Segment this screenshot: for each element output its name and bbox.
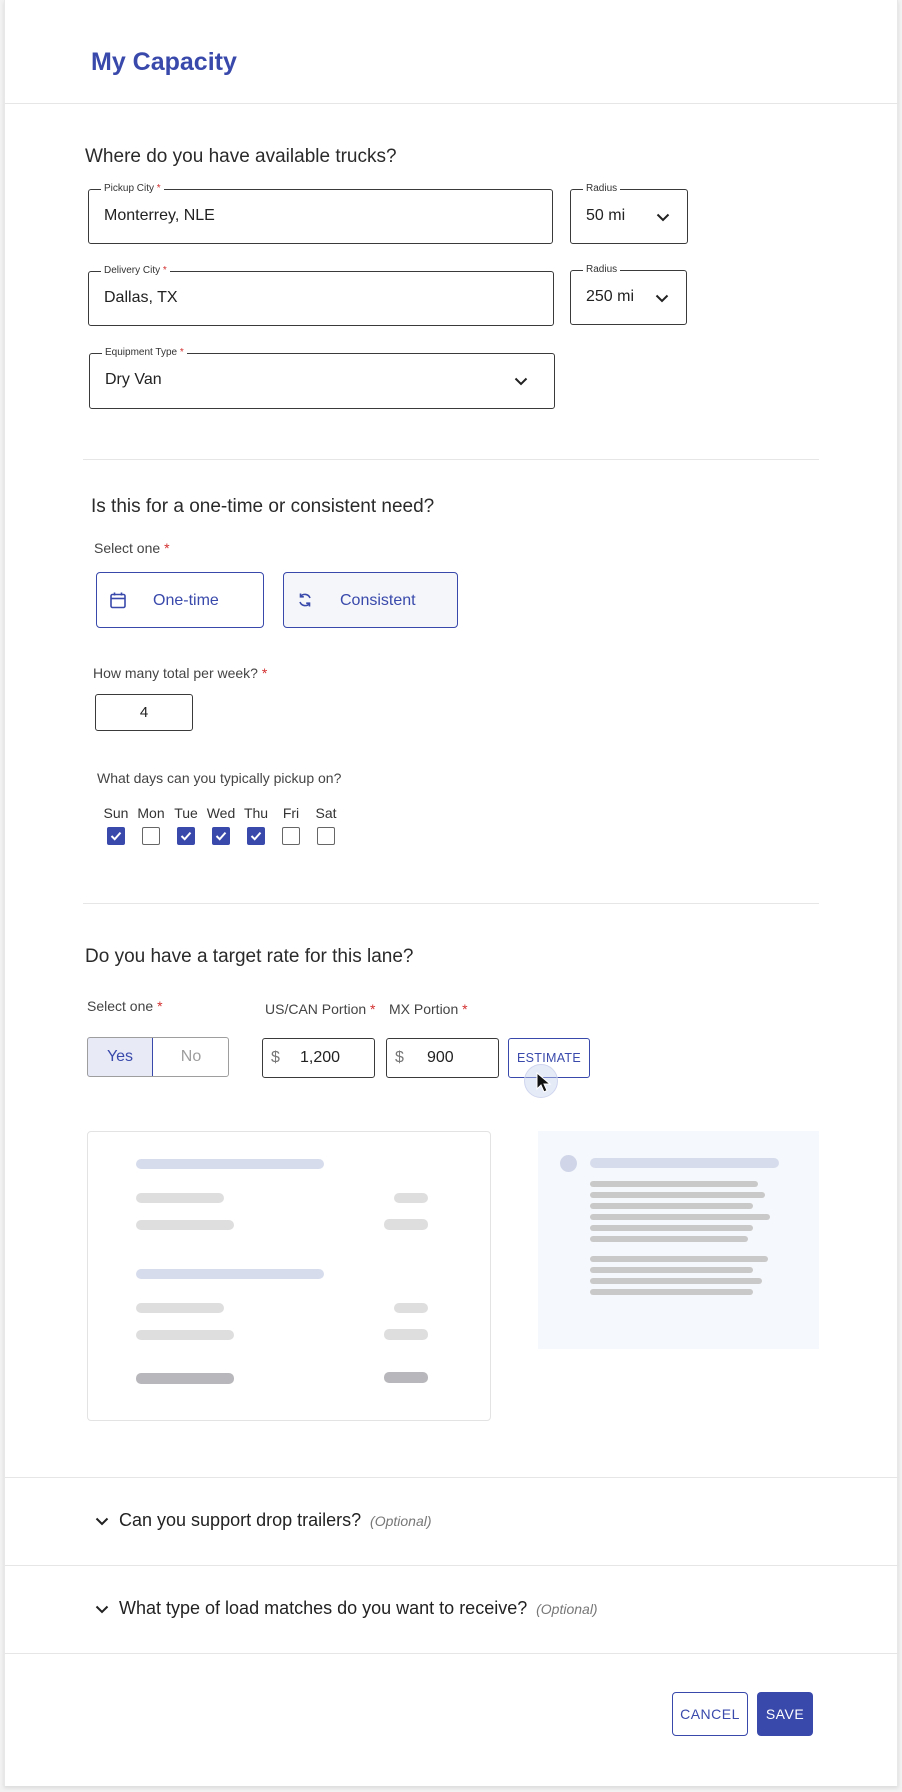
no-option[interactable]: No (154, 1038, 228, 1076)
optional-tag: (Optional) (370, 1513, 432, 1529)
consistent-label: Consistent (340, 592, 416, 609)
us-portion-label: US/CAN Portion * (265, 1001, 376, 1017)
chevron-down-icon (514, 377, 528, 386)
delivery-city-field[interactable]: Delivery City * Dallas, TX (88, 264, 554, 326)
page-title: My Capacity (91, 48, 237, 76)
currency-symbol: $ (271, 1049, 280, 1066)
accordion-load-matches[interactable]: What type of load matches do you want to… (5, 1566, 899, 1653)
cancel-button[interactable]: CANCEL (672, 1692, 748, 1736)
us-portion-value: 1,200 (300, 1049, 341, 1066)
rate-breakdown-skeleton (87, 1131, 491, 1421)
delivery-city-value: Dallas, TX (104, 289, 178, 306)
accordion-title: What type of load matches do you want to… (119, 1598, 598, 1618)
day-label-fri: Fri (282, 805, 300, 821)
day-checkbox-fri[interactable] (282, 827, 300, 845)
day-checkbox-thu[interactable] (247, 827, 265, 845)
day-checkbox-sun[interactable] (107, 827, 125, 845)
days-label: What days can you typically pickup on? (97, 770, 342, 786)
divider (5, 1653, 899, 1654)
divider (83, 459, 819, 460)
equipment-type-value: Dry Van (105, 371, 162, 388)
pickup-radius-value: 50 mi (586, 207, 626, 224)
day-checkbox-mon[interactable] (142, 827, 160, 845)
equipment-type-select[interactable]: Equipment Type * Dry Van (89, 346, 555, 409)
chevron-down-icon (95, 1605, 109, 1614)
chevron-down-icon (656, 213, 670, 222)
day-label-sat: Sat (315, 805, 337, 821)
mx-portion-value: 900 (427, 1049, 454, 1066)
accordion-title: Can you support drop trailers? (Optional… (119, 1510, 432, 1530)
us-portion-input[interactable]: $ 1,200 (262, 1038, 375, 1078)
mx-portion-input[interactable]: $ 900 (386, 1038, 499, 1078)
rate-heading: Do you have a target rate for this lane? (85, 946, 414, 967)
save-button[interactable]: SAVE (757, 1692, 813, 1736)
need-select-label: Select one * (94, 540, 170, 556)
optional-tag: (Optional) (536, 1601, 598, 1617)
per-week-value: 4 (139, 704, 149, 721)
day-label-thu: Thu (243, 805, 269, 821)
trucks-heading: Where do you have available trucks? (85, 146, 397, 167)
pickup-radius-select[interactable]: Radius 50 mi (570, 182, 688, 244)
yes-option[interactable]: Yes (88, 1038, 153, 1076)
per-week-label: How many total per week? * (93, 665, 268, 681)
consistent-button[interactable]: Consistent (283, 572, 458, 628)
info-skeleton (538, 1131, 819, 1349)
per-week-input[interactable]: 4 (95, 694, 193, 731)
chevron-down-icon (95, 1517, 109, 1526)
day-label-mon: Mon (137, 805, 165, 821)
mx-portion-label: MX Portion * (389, 1001, 468, 1017)
pickup-city-value: Monterrey, NLE (104, 207, 215, 224)
rate-select-label: Select one * (87, 998, 163, 1014)
delivery-radius-select[interactable]: Radius 250 mi (570, 263, 687, 325)
divider (83, 903, 819, 904)
target-rate-toggle: Yes No (87, 1037, 229, 1077)
divider (5, 103, 899, 104)
cursor-icon (536, 1071, 552, 1099)
accordion-drop-trailers[interactable]: Can you support drop trailers? (Optional… (5, 1478, 899, 1565)
chevron-down-icon (655, 294, 669, 303)
capacity-card: My Capacity Where do you have available … (4, 0, 899, 1786)
day-checkbox-sat[interactable] (317, 827, 335, 845)
currency-symbol: $ (395, 1049, 404, 1066)
one-time-label: One-time (153, 592, 219, 609)
day-label-sun: Sun (103, 805, 129, 821)
day-label-wed: Wed (206, 805, 236, 821)
pickup-city-field[interactable]: Pickup City * Monterrey, NLE (88, 182, 553, 244)
refresh-icon (296, 591, 314, 609)
calendar-icon (109, 591, 127, 609)
day-label-tue: Tue (174, 805, 198, 821)
day-checkbox-tue[interactable] (177, 827, 195, 845)
day-checkbox-wed[interactable] (212, 827, 230, 845)
one-time-button[interactable]: One-time (96, 572, 264, 628)
delivery-radius-value: 250 mi (586, 288, 635, 305)
need-heading: Is this for a one-time or consistent nee… (91, 496, 435, 517)
